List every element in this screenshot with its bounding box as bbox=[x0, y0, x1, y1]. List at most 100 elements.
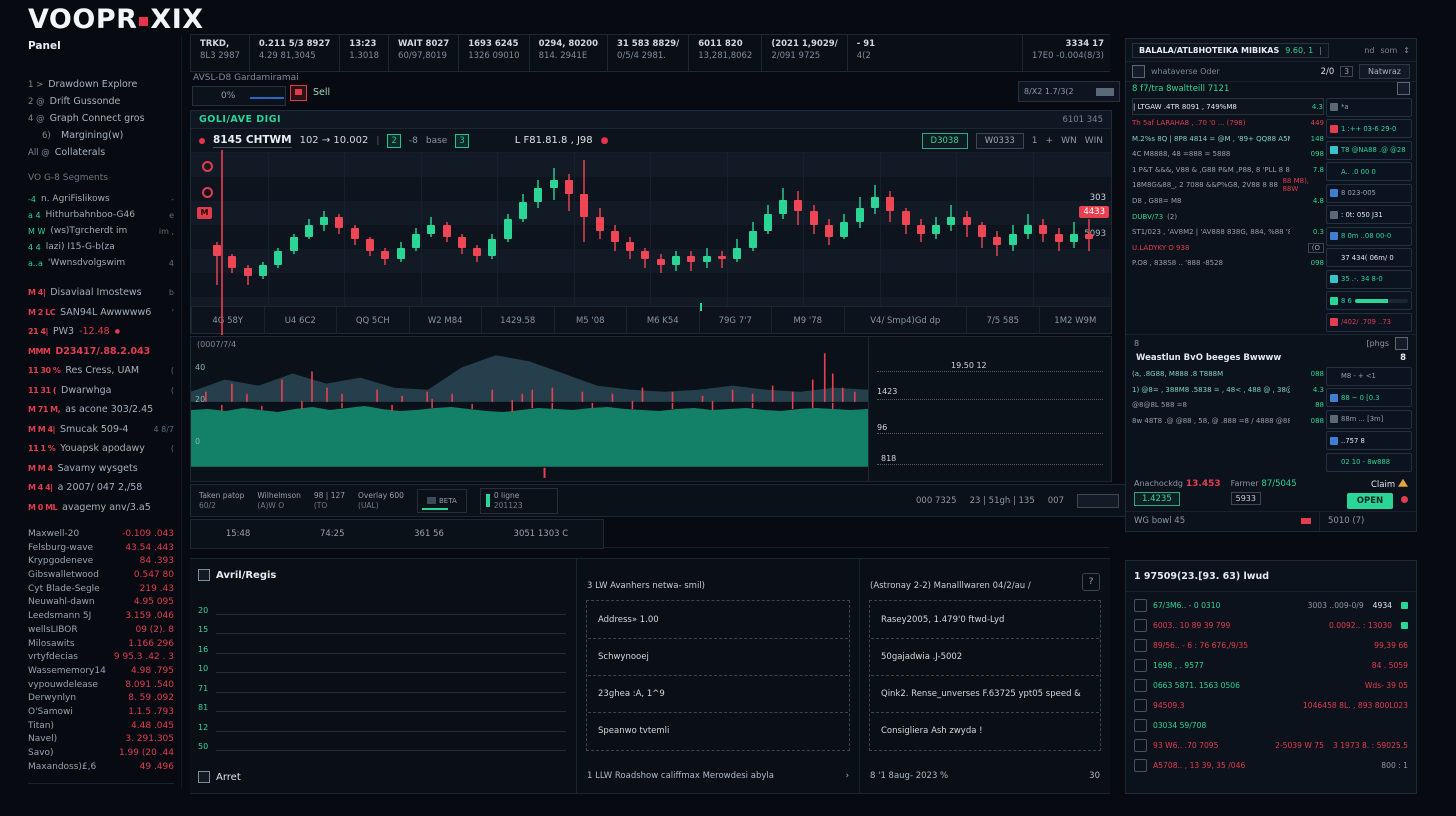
panel-c-row[interactable]: Consigliera Ash zwyda ! bbox=[871, 713, 1099, 749]
ticker-cell[interactable]: (2021 1,9029/2/091 9725 bbox=[761, 35, 846, 71]
sidebar-segment-item[interactable]: M W(ws)Tgrcherdt imim , bbox=[28, 223, 174, 239]
watchlist-row[interactable]: Navel)3. 291.305 bbox=[28, 734, 174, 748]
ticker-cell[interactable]: 13:231.3018 bbox=[339, 35, 388, 71]
sidebar-market-item[interactable]: M M 4|Smucak 509-44 8/7 bbox=[28, 420, 174, 440]
position-row[interactable]: M.2%s 8Q | 8P8 4814 = @M , '89+ QQ88 A5M… bbox=[1132, 131, 1324, 147]
search-box[interactable]: 8/X2 1.7/3(2 bbox=[1018, 81, 1120, 102]
chart-symbol[interactable]: 8145 CHTWM bbox=[213, 134, 292, 148]
limit-price-box[interactable]: 1.4235 bbox=[1134, 492, 1180, 506]
quick-action-box[interactable]: 88m ... [3m] bbox=[1326, 410, 1412, 429]
chevron-right-icon[interactable]: › bbox=[846, 771, 849, 781]
watchlist-row[interactable]: Derwynlyn8. 59 .092 bbox=[28, 693, 174, 707]
position-row[interactable]: (a, .8G88, M888 .8 T888M088 bbox=[1132, 367, 1324, 383]
position-row[interactable]: 1 P&T &&&, V88 & ,G88 P&M ,P88, 8 'PLL 8… bbox=[1132, 162, 1324, 178]
panel-c-row[interactable]: Rasey2005, 1.479'0 ftwd-Lyd bbox=[871, 602, 1099, 639]
search-box-button[interactable] bbox=[1096, 88, 1114, 96]
ticker-cell[interactable]: TRKD,8L3 2987 bbox=[190, 35, 249, 71]
watchlist-row[interactable]: Maxandoss)£,649 .496 bbox=[28, 762, 174, 776]
position-row[interactable]: @8@8L 588 =888 bbox=[1132, 398, 1324, 414]
volume-area-chart[interactable]: (0007/7/4 40200 bbox=[191, 337, 869, 481]
position-row[interactable]: 8w 48T8 .@ @88 , 58, @ .888 =8 / 4888 @8… bbox=[1132, 413, 1324, 429]
ticker-cell[interactable]: 6011 82013,281,8062 bbox=[688, 35, 761, 71]
beta-toggle[interactable]: BETA bbox=[417, 489, 467, 513]
open-order-button[interactable]: OPEN bbox=[1347, 493, 1393, 509]
watchlist-row[interactable]: Felsburg-wave43.54 .443 bbox=[28, 543, 174, 557]
trade-row[interactable]: 6003.. 10 89 39 7990.0092.. : 13030 bbox=[1134, 615, 1408, 635]
cancel-dot-icon[interactable] bbox=[1401, 496, 1408, 503]
sidebar-market-item[interactable]: M 4|Disaviaal Imostewsb bbox=[28, 283, 174, 303]
watchlist-row[interactable]: wellsLIBOR09 (2). 8 bbox=[28, 625, 174, 639]
quick-action-box[interactable]: /402/ .709 ..73 bbox=[1326, 313, 1412, 332]
watchlist-row[interactable]: Milosawits1.166 296 bbox=[28, 639, 174, 653]
trade-row[interactable]: 93 W6.. .70 70952-5039 W 753 1973 8. : 5… bbox=[1134, 735, 1408, 755]
ticker-cell[interactable]: 31 583 8829/0/5/4 2981. bbox=[607, 35, 688, 71]
watchlist-row[interactable]: Cyt Blade-Segle219 .43 bbox=[28, 584, 174, 598]
layout-icon[interactable] bbox=[1397, 82, 1410, 95]
sidebar-market-item[interactable]: M M 4Savamy wysgets bbox=[28, 459, 174, 479]
quick-action-box[interactable]: ..757 8 bbox=[1326, 431, 1412, 450]
sidebar-market-item[interactable]: MMMD23417/.88.2.043 bbox=[28, 342, 174, 362]
position-row[interactable]: ST1/023 , 'AV8M2 | 'AV888 838G, 884, %88… bbox=[1132, 224, 1324, 240]
trade-row[interactable]: 67/3M6.. - 0 03103003 ..009-0/94934 bbox=[1134, 595, 1408, 615]
ligne-toggle[interactable]: 0 ligne201123 bbox=[480, 488, 558, 514]
sell-badge-icon[interactable] bbox=[290, 85, 307, 101]
sidebar-nav-item[interactable]: 6)Margining(w) bbox=[28, 127, 174, 144]
order-count-box[interactable]: 3 bbox=[1340, 66, 1353, 77]
order-settings-button[interactable]: Natwraz bbox=[1359, 64, 1410, 79]
trade-row[interactable]: A5708.. , 13 39, 35 /046800 : 1 bbox=[1134, 755, 1408, 775]
panel-b-row[interactable]: Address» 1.00 bbox=[588, 602, 848, 639]
sort-icon[interactable]: ↕ bbox=[1403, 46, 1410, 55]
sidebar-nav-item[interactable]: 4 @Graph Connect gros bbox=[28, 110, 174, 127]
sidebar-market-item[interactable]: 21 4|PW3-12.48● bbox=[28, 322, 174, 342]
quick-action-box[interactable]: A.. .0 00 0 bbox=[1326, 162, 1412, 181]
sidebar-market-item[interactable]: 11 1 %Youapsk apodawy( bbox=[28, 439, 174, 459]
panel-b-row[interactable]: Schwynooej bbox=[588, 639, 848, 676]
position-row[interactable]: Th 5af LARAHA8 , .70 '0 ... (798)449 bbox=[1132, 115, 1324, 131]
watchlist-row[interactable]: Wassememory144.98 .795 bbox=[28, 666, 174, 680]
quick-action-box[interactable]: 35 .-. 34 8-0 bbox=[1326, 270, 1412, 289]
position-row[interactable]: U.LADYKY O 938(O bbox=[1132, 240, 1324, 256]
quick-action-box[interactable]: M8 - + <1 bbox=[1326, 367, 1412, 386]
badge-2[interactable]: 2 bbox=[387, 134, 400, 148]
quick-action-box[interactable]: T8 @NA88 .@ @28 bbox=[1326, 141, 1412, 160]
position-row[interactable]: P.O8 , 838S8 .. '888 -8528098 bbox=[1132, 255, 1324, 271]
timeframe-tab[interactable]: 74:25 bbox=[314, 526, 351, 542]
trade-row[interactable]: 03034 59/708 bbox=[1134, 715, 1408, 735]
panel-b-row[interactable]: 23ghea :A, 1^9 bbox=[588, 676, 848, 713]
sidebar-segment-item[interactable]: a..a'Wwnsdvolgswim4 bbox=[28, 255, 174, 271]
badge-3[interactable]: 3 bbox=[455, 134, 468, 148]
ticker-cell[interactable]: - 914(2 bbox=[847, 35, 884, 71]
sidebar-nav-item[interactable]: 1 >Drawdown Explore bbox=[28, 76, 174, 93]
sidebar-segment-item[interactable]: -4n. AgriFislikows- bbox=[28, 191, 174, 207]
quick-action-box[interactable]: 1 :++ 03-6 29-0 bbox=[1326, 119, 1412, 138]
position-row[interactable]: | LTGAW .4TR 8091 , 749%M84.3 bbox=[1132, 98, 1324, 116]
watchlist-row[interactable]: Krypgodeneve84 .393 bbox=[28, 556, 174, 570]
quick-action-box[interactable]: : 0t: 050 J31 bbox=[1326, 205, 1412, 224]
panel-c-row[interactable]: Qink2. Rense_unverses F.63725 ypt05 spee… bbox=[871, 676, 1099, 713]
chart-button-primary[interactable]: D3038 bbox=[922, 133, 968, 149]
sidebar-market-item[interactable]: M 4 4|a 2007/ 047 2,/58 bbox=[28, 478, 174, 498]
position-row[interactable]: 4C M8888, 48 =888 = 5888098 bbox=[1132, 146, 1324, 162]
sidebar-segment-item[interactable]: a 4Hithurbahnboo-G46e bbox=[28, 207, 174, 223]
watchlist-row[interactable]: O'Samowi1.1.5 .793 bbox=[28, 707, 174, 721]
quick-action-box[interactable]: 8 023-005 bbox=[1326, 184, 1412, 203]
panel-b-footer[interactable]: 1 LLW Roadshow califfmax Merowdesi abyla… bbox=[587, 771, 849, 781]
sidebar-market-item[interactable]: M 2 LCSAN94L Awwwww6' bbox=[28, 303, 174, 323]
watchlist-row[interactable]: Titan)4.48 .045 bbox=[28, 721, 174, 735]
timeframe-tab[interactable]: 3051 1303 C bbox=[508, 526, 575, 542]
panel-b-row[interactable]: Speanwo tvtemli bbox=[588, 713, 848, 749]
percent-box[interactable]: 0% bbox=[192, 86, 286, 106]
watchlist-row[interactable]: Neuwahl-dawn4.95 095 bbox=[28, 597, 174, 611]
quick-action-box[interactable]: 02 10 - 8w888 bbox=[1326, 453, 1412, 472]
ticker-cell[interactable]: 0294, 80200814. 2941E bbox=[529, 35, 607, 71]
trade-row[interactable]: 94509.31046458 8L. , 893 800L023 bbox=[1134, 695, 1408, 715]
quick-action-box[interactable]: 37 434( 06m/ 0 bbox=[1326, 248, 1412, 267]
timeframe-tab[interactable]: 361 56 bbox=[408, 526, 450, 542]
printer-icon[interactable] bbox=[1395, 337, 1408, 350]
sidebar-market-item[interactable]: 11 31 (Dwarwhga( bbox=[28, 381, 174, 401]
pair-selector[interactable]: BALALA/ATL8HOTEIKA MIBIKAS 9.60, 1 | bbox=[1132, 43, 1329, 58]
timeframe-tab[interactable]: 15:48 bbox=[220, 526, 257, 542]
win-label[interactable]: WIN bbox=[1085, 136, 1103, 146]
watchlist-row[interactable]: Leedsmann 5J3.159 .046 bbox=[28, 611, 174, 625]
position-row[interactable]: D8 , G88= M84.8 bbox=[1132, 193, 1324, 209]
